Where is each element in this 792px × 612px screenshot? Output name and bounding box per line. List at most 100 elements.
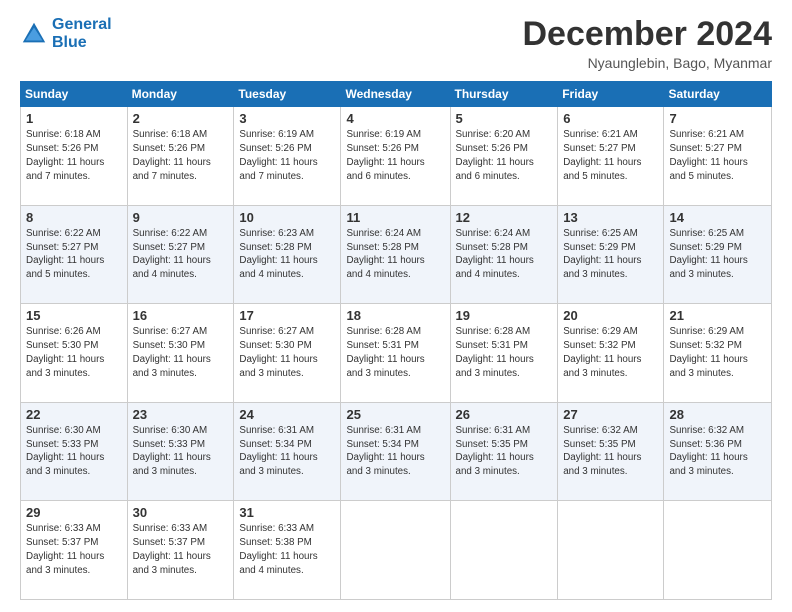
calendar-cell: 16 Sunrise: 6:27 AM Sunset: 5:30 PM Dayli…	[127, 304, 234, 403]
calendar-cell: 23Sunrise: 6:30 AM Sunset: 5:33 PM Dayli…	[127, 402, 234, 501]
calendar-cell: 20Sunrise: 6:29 AM Sunset: 5:32 PM Dayli…	[558, 304, 664, 403]
cell-info: Sunrise: 6:32 AM Sunset: 5:35 PM Dayligh…	[563, 424, 658, 479]
calendar-cell: 15Sunrise: 6:26 AM Sunset: 5:30 PM Dayli…	[21, 304, 128, 403]
calendar-cell: 18 Sunrise: 6:28 AM Sunset: 5:31 PM Dayli…	[341, 304, 450, 403]
header-tuesday: Tuesday	[234, 82, 341, 107]
calendar-cell: 24 Sunrise: 6:31 AM Sunset: 5:34 PM Dayli…	[234, 402, 341, 501]
cell-info: Sunrise: 6:27 AM Sunset: 5:30 PM Dayligh…	[133, 325, 229, 380]
calendar-cell: 2Sunrise: 6:18 AM Sunset: 5:26 PM Daylig…	[127, 107, 234, 206]
cell-info: Sunrise: 6:29 AM Sunset: 5:32 PM Dayligh…	[669, 325, 766, 380]
calendar-cell: 13Sunrise: 6:25 AM Sunset: 5:29 PM Dayli…	[558, 205, 664, 304]
cell-info: Sunrise: 6:21 AM Sunset: 5:27 PM Dayligh…	[669, 128, 766, 183]
calendar-cell: 25Sunrise: 6:31 AM Sunset: 5:34 PM Dayli…	[341, 402, 450, 501]
calendar-cell: 14 Sunrise: 6:25 AM Sunset: 5:29 PM Dayli…	[664, 205, 772, 304]
day-number: 11	[346, 210, 444, 225]
header-monday: Monday	[127, 82, 234, 107]
cell-info: Sunrise: 6:33 AM Sunset: 5:38 PM Dayligh…	[239, 522, 335, 577]
weekday-header-row: Sunday Monday Tuesday Wednesday Thursday…	[21, 82, 772, 107]
cell-info: Sunrise: 6:33 AM Sunset: 5:37 PM Dayligh…	[26, 522, 122, 577]
calendar-week-1: 1 Sunrise: 6:18 AM Sunset: 5:26 PM Daylig…	[21, 107, 772, 206]
header-wednesday: Wednesday	[341, 82, 450, 107]
cell-info: Sunrise: 6:33 AM Sunset: 5:37 PM Dayligh…	[133, 522, 229, 577]
cell-info: Sunrise: 6:19 AM Sunset: 5:26 PM Dayligh…	[346, 128, 444, 183]
location: Nyaunglebin, Bago, Myanmar	[522, 55, 772, 71]
day-number: 24	[239, 407, 335, 422]
cell-info: Sunrise: 6:27 AM Sunset: 5:30 PM Dayligh…	[239, 325, 335, 380]
calendar-cell: 6 Sunrise: 6:21 AM Sunset: 5:27 PM Daylig…	[558, 107, 664, 206]
calendar-cell: 21 Sunrise: 6:29 AM Sunset: 5:32 PM Dayli…	[664, 304, 772, 403]
calendar-week-3: 15Sunrise: 6:26 AM Sunset: 5:30 PM Dayli…	[21, 304, 772, 403]
day-number: 27	[563, 407, 658, 422]
day-number: 29	[26, 505, 122, 520]
page: General Blue December 2024 Nyaunglebin, …	[0, 0, 792, 612]
month-title: December 2024	[522, 16, 772, 53]
calendar-cell: 8Sunrise: 6:22 AM Sunset: 5:27 PM Daylig…	[21, 205, 128, 304]
day-number: 12	[456, 210, 553, 225]
calendar-cell: 31Sunrise: 6:33 AM Sunset: 5:38 PM Dayli…	[234, 501, 341, 600]
cell-info: Sunrise: 6:30 AM Sunset: 5:33 PM Dayligh…	[26, 424, 122, 479]
cell-info: Sunrise: 6:28 AM Sunset: 5:31 PM Dayligh…	[456, 325, 553, 380]
calendar-cell: 19 Sunrise: 6:28 AM Sunset: 5:31 PM Dayli…	[450, 304, 558, 403]
day-number: 1	[26, 111, 122, 126]
cell-info: Sunrise: 6:26 AM Sunset: 5:30 PM Dayligh…	[26, 325, 122, 380]
day-number: 2	[133, 111, 229, 126]
day-number: 6	[563, 111, 658, 126]
calendar-cell: 30 Sunrise: 6:33 AM Sunset: 5:37 PM Dayli…	[127, 501, 234, 600]
calendar-cell: 5 Sunrise: 6:20 AM Sunset: 5:26 PM Daylig…	[450, 107, 558, 206]
calendar-cell	[664, 501, 772, 600]
day-number: 16	[133, 308, 229, 323]
cell-info: Sunrise: 6:22 AM Sunset: 5:27 PM Dayligh…	[133, 227, 229, 282]
cell-info: Sunrise: 6:25 AM Sunset: 5:29 PM Dayligh…	[563, 227, 658, 282]
day-number: 23	[133, 407, 229, 422]
cell-info: Sunrise: 6:24 AM Sunset: 5:28 PM Dayligh…	[346, 227, 444, 282]
cell-info: Sunrise: 6:18 AM Sunset: 5:26 PM Dayligh…	[26, 128, 122, 183]
header-thursday: Thursday	[450, 82, 558, 107]
day-number: 18	[346, 308, 444, 323]
calendar-cell: 26 Sunrise: 6:31 AM Sunset: 5:35 PM Dayli…	[450, 402, 558, 501]
calendar-cell: 9 Sunrise: 6:22 AM Sunset: 5:27 PM Daylig…	[127, 205, 234, 304]
calendar-table: Sunday Monday Tuesday Wednesday Thursday…	[20, 81, 772, 600]
day-number: 17	[239, 308, 335, 323]
cell-info: Sunrise: 6:31 AM Sunset: 5:35 PM Dayligh…	[456, 424, 553, 479]
header-friday: Friday	[558, 82, 664, 107]
logo-text: General Blue	[52, 16, 112, 51]
calendar-cell	[450, 501, 558, 600]
header: General Blue December 2024 Nyaunglebin, …	[20, 16, 772, 71]
logo-icon	[20, 20, 48, 48]
day-number: 22	[26, 407, 122, 422]
calendar-cell	[341, 501, 450, 600]
calendar-cell: 3Sunrise: 6:19 AM Sunset: 5:26 PM Daylig…	[234, 107, 341, 206]
calendar-cell: 27 Sunrise: 6:32 AM Sunset: 5:35 PM Dayli…	[558, 402, 664, 501]
day-number: 19	[456, 308, 553, 323]
cell-info: Sunrise: 6:20 AM Sunset: 5:26 PM Dayligh…	[456, 128, 553, 183]
calendar-cell: 29 Sunrise: 6:33 AM Sunset: 5:37 PM Dayli…	[21, 501, 128, 600]
day-number: 8	[26, 210, 122, 225]
cell-info: Sunrise: 6:31 AM Sunset: 5:34 PM Dayligh…	[239, 424, 335, 479]
cell-info: Sunrise: 6:24 AM Sunset: 5:28 PM Dayligh…	[456, 227, 553, 282]
day-number: 5	[456, 111, 553, 126]
calendar-week-2: 8 Sunrise: 6:22 AM Sunset: 5:27 PM Daylig…	[21, 205, 772, 304]
day-number: 26	[456, 407, 553, 422]
day-number: 9	[133, 210, 229, 225]
header-sunday: Sunday	[21, 82, 128, 107]
calendar-cell: 7Sunrise: 6:21 AM Sunset: 5:27 PM Daylig…	[664, 107, 772, 206]
calendar-week-5: 29 Sunrise: 6:33 AM Sunset: 5:37 PM Dayli…	[21, 501, 772, 600]
day-number: 14	[669, 210, 766, 225]
day-number: 4	[346, 111, 444, 126]
cell-info: Sunrise: 6:21 AM Sunset: 5:27 PM Dayligh…	[563, 128, 658, 183]
calendar-cell: 17 Sunrise: 6:27 AM Sunset: 5:30 PM Dayli…	[234, 304, 341, 403]
day-number: 28	[669, 407, 766, 422]
day-number: 30	[133, 505, 229, 520]
header-saturday: Saturday	[664, 82, 772, 107]
calendar-cell: 22 Sunrise: 6:30 AM Sunset: 5:33 PM Dayli…	[21, 402, 128, 501]
cell-info: Sunrise: 6:25 AM Sunset: 5:29 PM Dayligh…	[669, 227, 766, 282]
calendar-cell	[558, 501, 664, 600]
calendar-week-4: 22 Sunrise: 6:30 AM Sunset: 5:33 PM Dayli…	[21, 402, 772, 501]
day-number: 21	[669, 308, 766, 323]
cell-info: Sunrise: 6:32 AM Sunset: 5:36 PM Dayligh…	[669, 424, 766, 479]
calendar-cell: 12 Sunrise: 6:24 AM Sunset: 5:28 PM Dayli…	[450, 205, 558, 304]
day-number: 3	[239, 111, 335, 126]
cell-info: Sunrise: 6:28 AM Sunset: 5:31 PM Dayligh…	[346, 325, 444, 380]
calendar-cell: 28 Sunrise: 6:32 AM Sunset: 5:36 PM Dayli…	[664, 402, 772, 501]
day-number: 20	[563, 308, 658, 323]
